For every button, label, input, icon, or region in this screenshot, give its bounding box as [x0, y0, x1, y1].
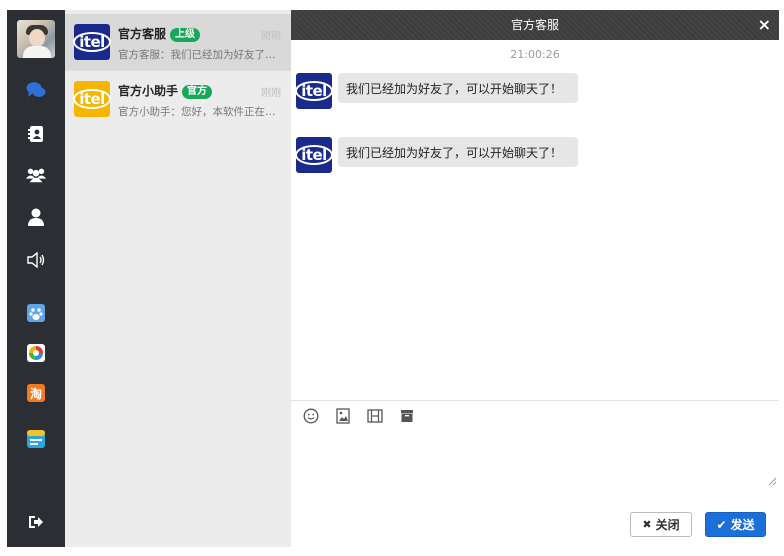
resize-grip-icon[interactable]: [767, 476, 777, 486]
itel-logo: itel: [295, 73, 333, 109]
user-icon[interactable]: [26, 207, 46, 227]
itel-logo: itel: [295, 137, 333, 173]
message-input[interactable]: [291, 429, 779, 509]
my-avatar[interactable]: [17, 20, 55, 58]
group-icon[interactable]: [26, 165, 46, 185]
conversation-preview: 官方小助手：您好，本软件正在测试中: [118, 106, 281, 118]
conversation-name: 官方小助手 官方: [118, 82, 213, 99]
message-bubble: 我们已经加为好友了，可以开始聊天了！: [338, 73, 578, 103]
chat-header: 官方客服 ×: [291, 10, 779, 40]
chat-app-window: 淘 itel 官方客服上级 刚刚 官方客服：我们已经加为好友了，可以开始聊天了！…: [7, 10, 779, 547]
conversation-time: 刚刚: [261, 88, 281, 99]
close-icon[interactable]: ×: [758, 10, 771, 40]
send-button[interactable]: ✔ 发送: [705, 512, 766, 537]
logout-icon[interactable]: [26, 512, 46, 532]
x-icon: ✖: [642, 518, 652, 531]
video-icon[interactable]: [367, 408, 383, 424]
itel-logo: itel: [73, 81, 111, 117]
chat-icon[interactable]: [26, 80, 46, 100]
svg-text:淘: 淘: [30, 386, 42, 401]
check-icon: ✔: [716, 517, 727, 532]
conversation-preview: 官方客服：我们已经加为好友了，可以开始聊天了！: [118, 49, 281, 61]
conversation-item[interactable]: itel 官方小助手 官方 刚刚 官方小助手：您好，本软件正在测试中: [65, 70, 291, 127]
chat-title: 官方客服: [510, 18, 559, 32]
notes-app-icon[interactable]: [26, 429, 46, 449]
baidu-paw-icon[interactable]: [26, 303, 46, 323]
contacts-book-icon[interactable]: [26, 124, 46, 144]
image-icon[interactable]: [335, 408, 351, 424]
taobao-icon[interactable]: 淘: [26, 383, 46, 403]
level-badge: 上级: [170, 28, 201, 42]
message-bubble: 我们已经加为好友了，可以开始聊天了！: [338, 137, 578, 167]
emoji-icon[interactable]: [303, 408, 319, 424]
qq-news-icon[interactable]: [26, 343, 46, 363]
official-badge: 官方: [182, 85, 213, 99]
sidebar-rail: 淘: [7, 10, 65, 547]
conversation-item[interactable]: itel 官方客服上级 刚刚 官方客服：我们已经加为好友了，可以开始聊天了！: [65, 14, 291, 70]
folder-icon[interactable]: [399, 408, 415, 424]
message-timestamp: 21:00:26: [510, 48, 560, 61]
itel-logo: itel: [73, 24, 111, 60]
input-toolbar: [291, 400, 779, 429]
conversation-time: 刚刚: [261, 31, 281, 42]
chat-pane: 官方客服 × 21:00:26 itel 我们已经加为好友了，可以开始聊天了！ …: [291, 10, 779, 547]
close-chat-button[interactable]: ✖ 关闭: [630, 512, 692, 537]
conversation-list: itel 官方客服上级 刚刚 官方客服：我们已经加为好友了，可以开始聊天了！ i…: [65, 10, 292, 547]
conversation-name: 官方客服 上级: [118, 25, 201, 42]
speaker-icon[interactable]: [26, 250, 46, 270]
